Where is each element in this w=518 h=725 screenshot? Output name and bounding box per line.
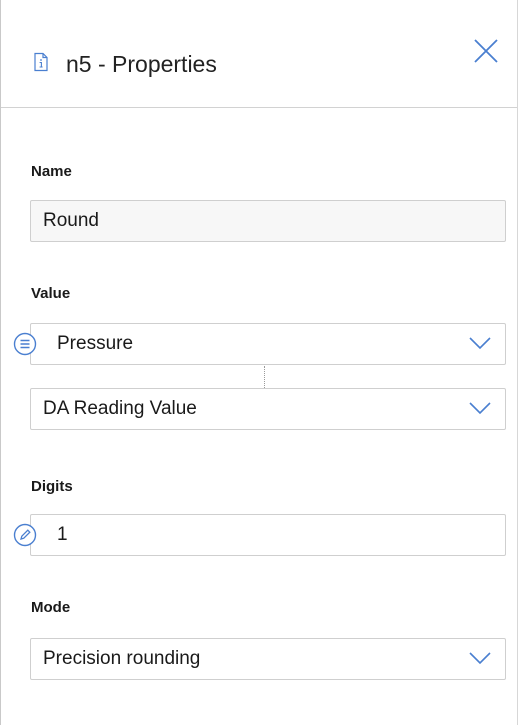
digits-input[interactable]: 1 [30,514,506,556]
name-label: Name [31,163,72,180]
value-label: Value [31,285,71,302]
name-input[interactable]: Round [30,200,506,242]
mode-label: Mode [31,599,71,616]
value-source-text: Pressure [57,333,134,354]
chevron-down-icon [469,402,491,415]
digits-label: Digits [31,478,73,495]
panel-title: n5 - Properties [66,51,217,77]
pencil-icon[interactable] [13,523,37,547]
value-field-dropdown[interactable]: DA Reading Value [30,388,506,430]
digits-value: 1 [57,524,68,545]
value-field-text: DA Reading Value [43,398,197,419]
document-info-icon [34,52,48,72]
chevron-down-icon [469,652,491,665]
name-value: Round [43,210,99,231]
value-source-dropdown[interactable]: Pressure [30,323,506,365]
list-icon[interactable] [13,332,37,356]
properties-panel: n5 - Properties Name Round Value Pressur… [0,0,518,725]
close-icon[interactable] [473,38,499,64]
panel-header: n5 - Properties [1,0,517,108]
mode-dropdown[interactable]: Precision rounding [30,638,506,680]
mode-value: Precision rounding [43,648,201,669]
field-connector [264,366,265,388]
chevron-down-icon [469,337,491,350]
